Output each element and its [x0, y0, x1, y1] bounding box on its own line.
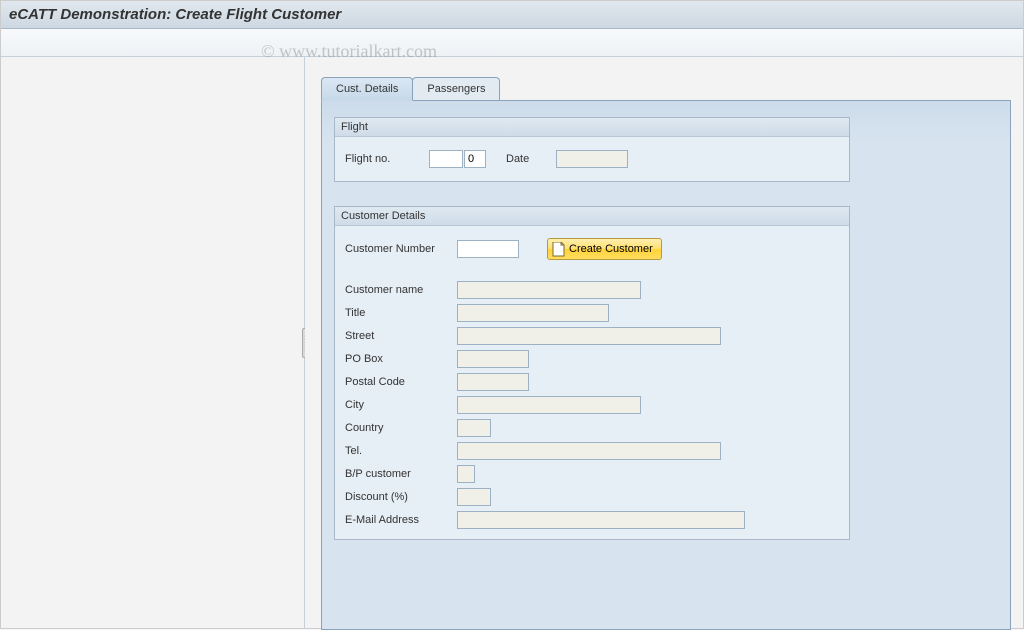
input-bp-customer[interactable]: [457, 465, 475, 483]
document-icon: [552, 242, 565, 257]
row-email: E-Mail Address: [345, 508, 839, 531]
group-flight: Flight Flight no. Date: [334, 117, 850, 182]
input-city[interactable]: [457, 396, 641, 414]
tab-body-cust-details: Flight Flight no. Date Customer Details: [321, 100, 1011, 630]
label-postal-code: Postal Code: [345, 376, 457, 388]
input-customer-number[interactable]: [457, 240, 519, 258]
input-street[interactable]: [457, 327, 721, 345]
input-flight-no-1[interactable]: [429, 150, 463, 168]
window-title: eCATT Demonstration: Create Flight Custo…: [1, 1, 1023, 29]
label-bp-customer: B/P customer: [345, 468, 457, 480]
tab-container: Cust. DetailsPassengers Flight Flight no…: [321, 77, 1023, 630]
row-tel: Tel.: [345, 439, 839, 462]
input-discount[interactable]: [457, 488, 491, 506]
input-country[interactable]: [457, 419, 491, 437]
input-flight-no-2[interactable]: [464, 150, 486, 168]
row-bp-customer: B/P customer: [345, 462, 839, 485]
label-discount: Discount (%): [345, 491, 457, 503]
input-email[interactable]: [457, 511, 745, 529]
input-tel[interactable]: [457, 442, 721, 460]
create-customer-button[interactable]: Create Customer: [547, 238, 662, 260]
row-pobox: PO Box: [345, 347, 839, 370]
row-title: Title: [345, 301, 839, 324]
label-tel: Tel.: [345, 445, 457, 457]
label-customer-number: Customer Number: [345, 243, 457, 255]
row-customer-number: Customer Number Create Customer: [345, 234, 839, 264]
label-date: Date: [506, 153, 556, 165]
row-discount: Discount (%): [345, 485, 839, 508]
input-pobox[interactable]: [457, 350, 529, 368]
tab-passengers[interactable]: Passengers: [412, 77, 500, 101]
label-title: Title: [345, 307, 457, 319]
row-country: Country: [345, 416, 839, 439]
row-flight-no: Flight no. Date: [345, 145, 839, 173]
content-area: · ·· ·· · Cust. DetailsPassengers Flight…: [1, 57, 1023, 628]
label-street: Street: [345, 330, 457, 342]
main-pane: Cust. DetailsPassengers Flight Flight no…: [305, 57, 1023, 628]
label-customer-name: Customer name: [345, 284, 457, 296]
input-customer-name[interactable]: [457, 281, 641, 299]
label-email: E-Mail Address: [345, 514, 457, 526]
label-country: Country: [345, 422, 457, 434]
label-flight-no: Flight no.: [345, 153, 429, 165]
left-pane: [1, 57, 305, 628]
label-city: City: [345, 399, 457, 411]
group-customer-title: Customer Details: [335, 207, 849, 226]
row-street: Street: [345, 324, 839, 347]
tab-strip: Cust. DetailsPassengers: [321, 77, 1023, 101]
input-title[interactable]: [457, 304, 609, 322]
row-postal-code: Postal Code: [345, 370, 839, 393]
group-flight-title: Flight: [335, 118, 849, 137]
input-postal-code[interactable]: [457, 373, 529, 391]
input-date[interactable]: [556, 150, 628, 168]
row-customer-name: Customer name: [345, 278, 839, 301]
toolbar: [1, 29, 1023, 57]
label-pobox: PO Box: [345, 353, 457, 365]
row-city: City: [345, 393, 839, 416]
create-customer-button-label: Create Customer: [569, 243, 653, 255]
group-customer-details: Customer Details Customer Number: [334, 206, 850, 540]
tab-cust-details[interactable]: Cust. Details: [321, 77, 413, 101]
